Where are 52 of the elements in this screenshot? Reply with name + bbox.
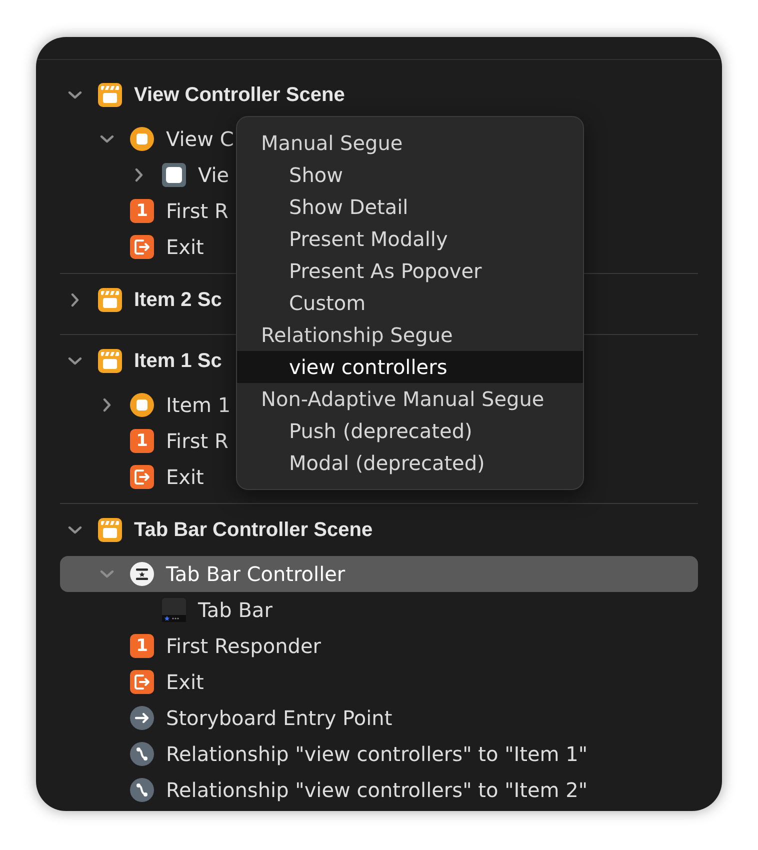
menu-item[interactable]: view controllers — [237, 351, 583, 383]
chevron-down-icon[interactable] — [68, 357, 82, 365]
clapperboard-icon — [98, 518, 122, 542]
chevron-down-icon[interactable] — [100, 135, 114, 143]
scene-title[interactable]: Item 2 Sc — [134, 285, 222, 315]
menu-section-title: Non-Adaptive Manual Segue — [261, 386, 544, 413]
arrow-right-icon — [130, 706, 154, 730]
number-one-icon: 1 — [130, 429, 154, 453]
outline-item-label[interactable]: Exit — [166, 667, 204, 697]
star-bars-circle-icon — [130, 562, 154, 586]
menu-section-title: Manual Segue — [261, 130, 403, 157]
chevron-down-icon[interactable] — [68, 526, 82, 534]
chevron-right-icon[interactable] — [103, 398, 111, 412]
menu-item[interactable]: Show — [237, 159, 583, 191]
scene-title[interactable]: View Controller Scene — [134, 80, 345, 110]
outline-item-label[interactable]: Relationship "view controllers" to "Item 2" — [166, 775, 588, 805]
menu-item[interactable]: Custom — [237, 287, 583, 319]
tab-bar-icon — [162, 598, 186, 622]
outline-item-label[interactable]: Exit — [166, 462, 204, 492]
chevron-down-icon[interactable] — [68, 91, 82, 99]
outline-item-label[interactable]: Vie — [198, 160, 230, 190]
outline-item-label[interactable]: Exit — [166, 232, 204, 262]
outline-item-label[interactable]: Tab Bar Controller — [166, 559, 346, 589]
scene-title[interactable]: Tab Bar Controller Scene — [134, 515, 373, 545]
menu-item[interactable]: Push (deprecated) — [237, 415, 583, 447]
outline-item-label[interactable]: First R — [166, 426, 228, 456]
menu-section-title: Relationship Segue — [261, 322, 453, 349]
number-one-icon: 1 — [130, 634, 154, 658]
selected-row[interactable]: Tab Bar Controller — [60, 556, 698, 592]
outline-item-label[interactable]: Relationship "view controllers" to "Item 1" — [166, 739, 588, 769]
square-in-circle-icon — [130, 127, 154, 151]
menu-item[interactable]: Present Modally — [237, 223, 583, 255]
clapperboard-icon — [98, 349, 122, 373]
number-one-icon: 1 — [130, 199, 154, 223]
outline-item-label[interactable]: Storyboard Entry Point — [166, 703, 392, 733]
square-in-circle-icon — [130, 393, 154, 417]
menu-item[interactable]: Show Detail — [237, 191, 583, 223]
chevron-right-icon[interactable] — [135, 168, 143, 182]
square-in-tile-icon — [162, 163, 186, 187]
curved-connector-icon — [130, 778, 154, 802]
outline-item-label[interactable]: Item 1 — [166, 390, 231, 420]
outline-item-label[interactable]: First Responder — [166, 631, 321, 661]
outline-item-label[interactable]: View C — [166, 124, 234, 154]
curved-connector-icon — [130, 742, 154, 766]
chevron-right-icon[interactable] — [71, 293, 79, 307]
clapperboard-icon — [98, 83, 122, 107]
clapperboard-icon — [98, 288, 122, 312]
outline-item-label[interactable]: Tab Bar — [198, 595, 272, 625]
scene-title[interactable]: Item 1 Sc — [134, 346, 222, 376]
menu-item[interactable]: Present As Popover — [237, 255, 583, 287]
menu-item[interactable]: Modal (deprecated) — [237, 447, 583, 479]
outline-item-label[interactable]: First R — [166, 196, 228, 226]
